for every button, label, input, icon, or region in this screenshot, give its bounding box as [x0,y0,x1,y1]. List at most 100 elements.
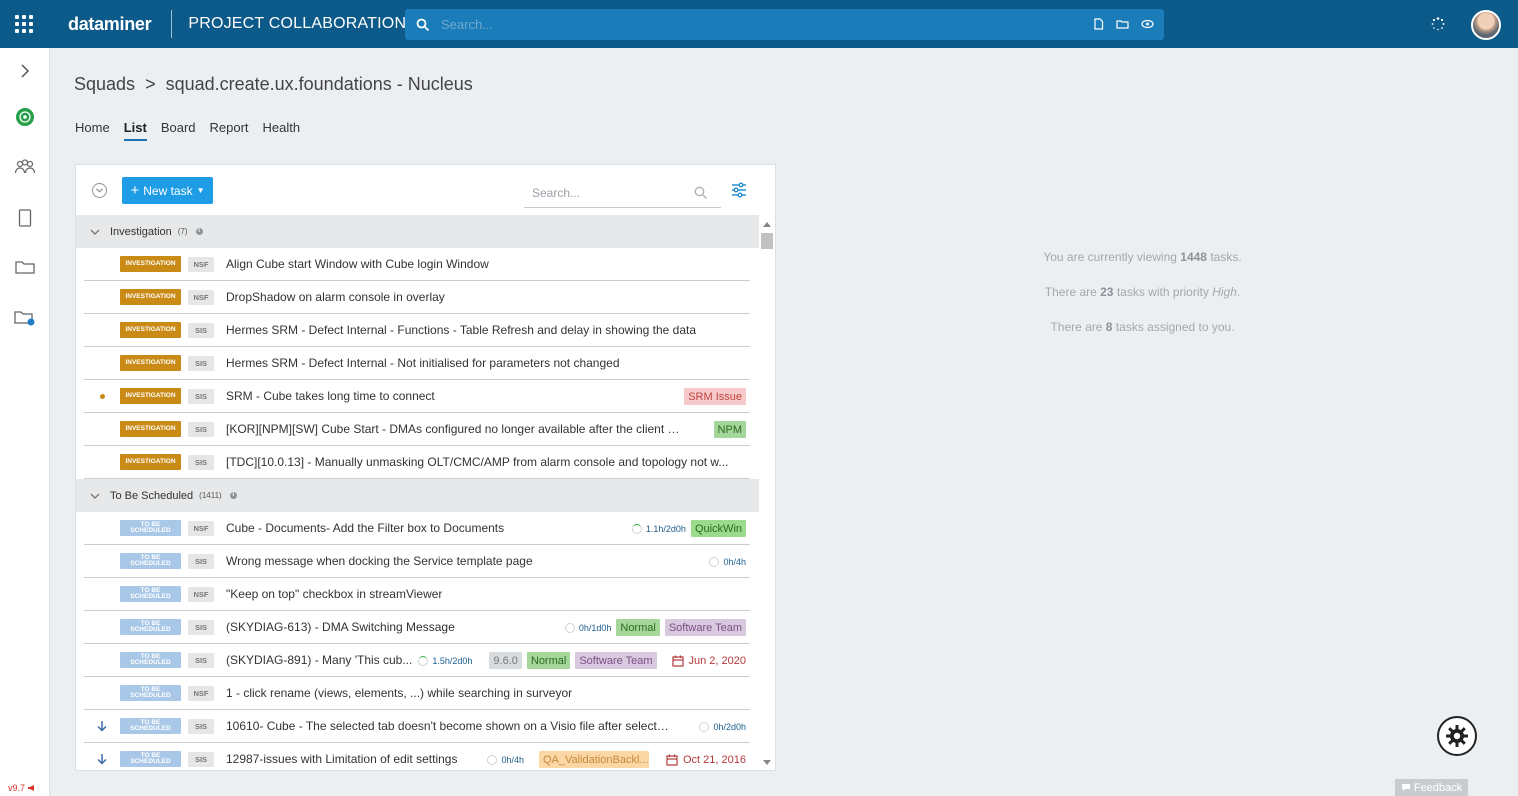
stats-assigned: There are 8 tasks assigned to you. [1050,320,1235,334]
task-row[interactable]: TO BE SCHEDULED SIS 10610- Cube - The sel… [84,710,750,743]
breadcrumb-root[interactable]: Squads [74,74,135,95]
list-search-input[interactable] [524,185,684,200]
status-badge: TO BE SCHEDULED [120,553,181,569]
feedback-button[interactable]: Feedback [1395,779,1468,796]
version-badge[interactable]: v9.7 [8,783,36,793]
divider [171,10,173,38]
task-row[interactable]: INVESTIGATION SIS [KOR][NPM][SW] Cube St… [84,413,750,446]
project-badge: SIS [188,388,214,404]
filter-settings-icon[interactable] [731,182,747,203]
task-row[interactable]: TO BE SCHEDULED NSF "Keep on top" checkbo… [84,578,750,611]
group-header-to-be-scheduled[interactable]: To Be Scheduled (1411) i [76,479,759,512]
task-title[interactable]: 12987-issues with Limitation of edit set… [226,752,457,766]
task-title[interactable]: [KOR][NPM][SW] Cube Start - DMAs configu… [226,422,686,436]
user-avatar[interactable] [1471,10,1501,40]
task-row[interactable]: INVESTIGATION SIS [TDC][10.0.13] - Manua… [84,446,750,479]
scroll-thumb[interactable] [761,233,773,249]
scroll-down-icon[interactable] [763,760,771,765]
task-row[interactable]: TO BE SCHEDULED SIS (SKYDIAG-891) - Many … [84,644,750,677]
shared-folder-icon[interactable] [0,303,50,333]
task-title[interactable]: (SKYDIAG-891) - Many 'This cub... [226,653,412,667]
task-title[interactable]: 1 - click rename (views, elements, ...) … [226,686,572,700]
task-title[interactable]: 10610- Cube - The selected tab doesn't b… [226,719,671,733]
tab-list[interactable]: List [123,120,147,141]
project-badge: SIS [188,553,214,569]
info-icon[interactable]: i [229,492,237,499]
task-row[interactable]: INVESTIGATION NSF Align Cube start Windo… [84,248,750,281]
priority-low-arrow-icon [84,720,120,732]
status-badge: INVESTIGATION [120,256,181,272]
document-icon[interactable] [1093,17,1104,35]
status-badge: TO BE SCHEDULED [120,685,181,701]
status-badge: TO BE SCHEDULED [120,652,181,668]
team-badge[interactable]: Software Team [575,652,657,669]
task-row[interactable]: INVESTIGATION SIS SRM - Cube takes long … [84,380,750,413]
squad-logo-icon[interactable] [0,102,50,132]
task-title[interactable]: (SKYDIAG-613) - DMA Switching Message [226,620,455,634]
dataminer-logo[interactable]: dataminer [68,14,152,35]
task-row[interactable]: TO BE SCHEDULED SIS (SKYDIAG-613) - DMA S… [84,611,750,644]
task-row[interactable]: TO BE SCHEDULED NSF 1 - click rename (vie… [84,677,750,710]
people-icon[interactable] [0,152,50,182]
calendar-icon [671,655,684,667]
breadcrumb-separator: > [145,74,156,94]
tab-health[interactable]: Health [263,120,301,141]
tag-badge[interactable]: QuickWin [690,520,746,537]
project-badge: SIS [188,619,214,635]
folder-icon[interactable] [1116,17,1129,35]
scroll-up-icon[interactable] [763,222,771,227]
version-badge[interactable]: 9.6.0 [489,652,522,669]
chevron-down-icon[interactable] [90,229,100,235]
info-icon[interactable]: i [195,228,203,235]
tab-board[interactable]: Board [161,120,196,141]
list-scrollbar[interactable] [760,217,774,770]
search-icon[interactable] [694,186,708,200]
task-row[interactable]: INVESTIGATION SIS Hermes SRM - Defect In… [84,347,750,380]
task-title[interactable]: DropShadow on alarm console in overlay [226,290,445,304]
folder-icon[interactable] [0,252,50,282]
document-icon[interactable] [0,203,50,233]
feedback-label: Feedback [1413,781,1463,794]
effort-indicator: 1.5h/2d0h [418,655,472,666]
task-title[interactable]: Hermes SRM - Defect Internal - Functions… [226,323,696,337]
apps-grid-icon[interactable] [0,0,48,48]
app-title: PROJECT COLLABORATION [188,15,407,32]
settings-gear-button[interactable] [1437,716,1477,756]
collapse-all-icon[interactable] [92,183,107,198]
view-tabs: Home List Board Report Health [75,120,300,141]
tag-badge[interactable]: QA_ValidationBackl... [539,751,649,768]
megaphone-icon [28,785,35,791]
tag-badge[interactable]: NPM [713,421,746,438]
new-task-button[interactable]: + New task ▼ [122,177,213,204]
chevron-down-icon[interactable] [90,493,100,499]
progress-ring-icon [418,655,429,666]
project-badge: NSF [188,256,214,272]
expand-sidebar-icon[interactable] [0,56,50,86]
task-title[interactable]: "Keep on top" checkbox in streamViewer [226,587,442,601]
list-toolbar: + New task ▼ [76,165,775,215]
view-icon[interactable] [1141,17,1154,35]
tab-report[interactable]: Report [210,120,249,141]
task-row[interactable]: INVESTIGATION NSF DropShadow on alarm co… [84,281,750,314]
task-title[interactable]: Wrong message when docking the Service t… [226,554,533,568]
task-title[interactable]: Align Cube start Window with Cube login … [226,257,489,271]
priority-badge[interactable]: Normal [616,619,660,636]
priority-badge[interactable]: Normal [526,652,571,669]
task-row[interactable]: TO BE SCHEDULED NSF Cube - Documents- Add… [84,512,750,545]
group-header-investigation[interactable]: Investigation (7) i [76,215,759,248]
effort-indicator: 0h/4h [487,754,524,765]
task-title[interactable]: SRM - Cube takes long time to connect [226,389,435,403]
task-title[interactable]: [TDC][10.0.13] - Manually unmasking OLT/… [226,455,728,469]
task-title[interactable]: Cube - Documents- Add the Filter box to … [226,521,504,535]
task-row[interactable]: TO BE SCHEDULED SIS Wrong message when do… [84,545,750,578]
tag-badge[interactable]: SRM Issue [684,388,746,405]
task-row[interactable]: TO BE SCHEDULED SIS 12987-issues with Lim… [84,743,750,770]
task-title[interactable]: Hermes SRM - Defect Internal - Not initi… [226,356,620,370]
search-icon[interactable] [405,18,441,32]
progress-ring-icon [699,721,710,732]
team-badge[interactable]: Software Team [664,619,746,636]
global-search-input[interactable] [441,17,1061,32]
task-row[interactable]: INVESTIGATION SIS Hermes SRM - Defect In… [84,314,750,347]
tab-home[interactable]: Home [75,120,110,141]
effort-indicator: 0h/1d0h [564,622,611,633]
